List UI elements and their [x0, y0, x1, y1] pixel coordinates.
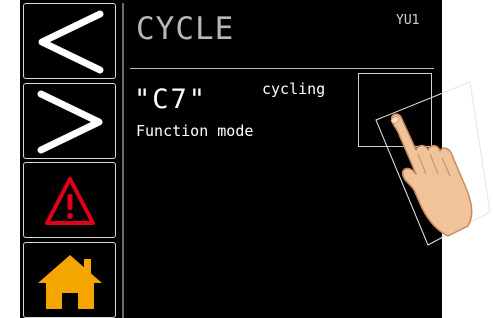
pointing-hand-icon: [375, 81, 491, 246]
previous-button[interactable]: [23, 3, 116, 79]
chevron-right-icon: [37, 90, 103, 154]
nav-divider: [122, 3, 124, 318]
next-button[interactable]: [23, 83, 116, 159]
alarm-button[interactable]: [23, 162, 116, 238]
home-icon: [38, 255, 102, 309]
warning-triangle-icon: [45, 177, 95, 225]
page-title: CYCLE: [136, 11, 235, 47]
chevron-left-icon: [38, 10, 104, 74]
header-divider: [130, 68, 434, 69]
mode-state-label: cycling: [262, 80, 326, 98]
home-button[interactable]: [23, 242, 116, 318]
device-id-label: YU1: [396, 13, 420, 28]
mode-caption: Function mode: [136, 122, 254, 140]
mode-code-value: "C7": [134, 84, 208, 115]
